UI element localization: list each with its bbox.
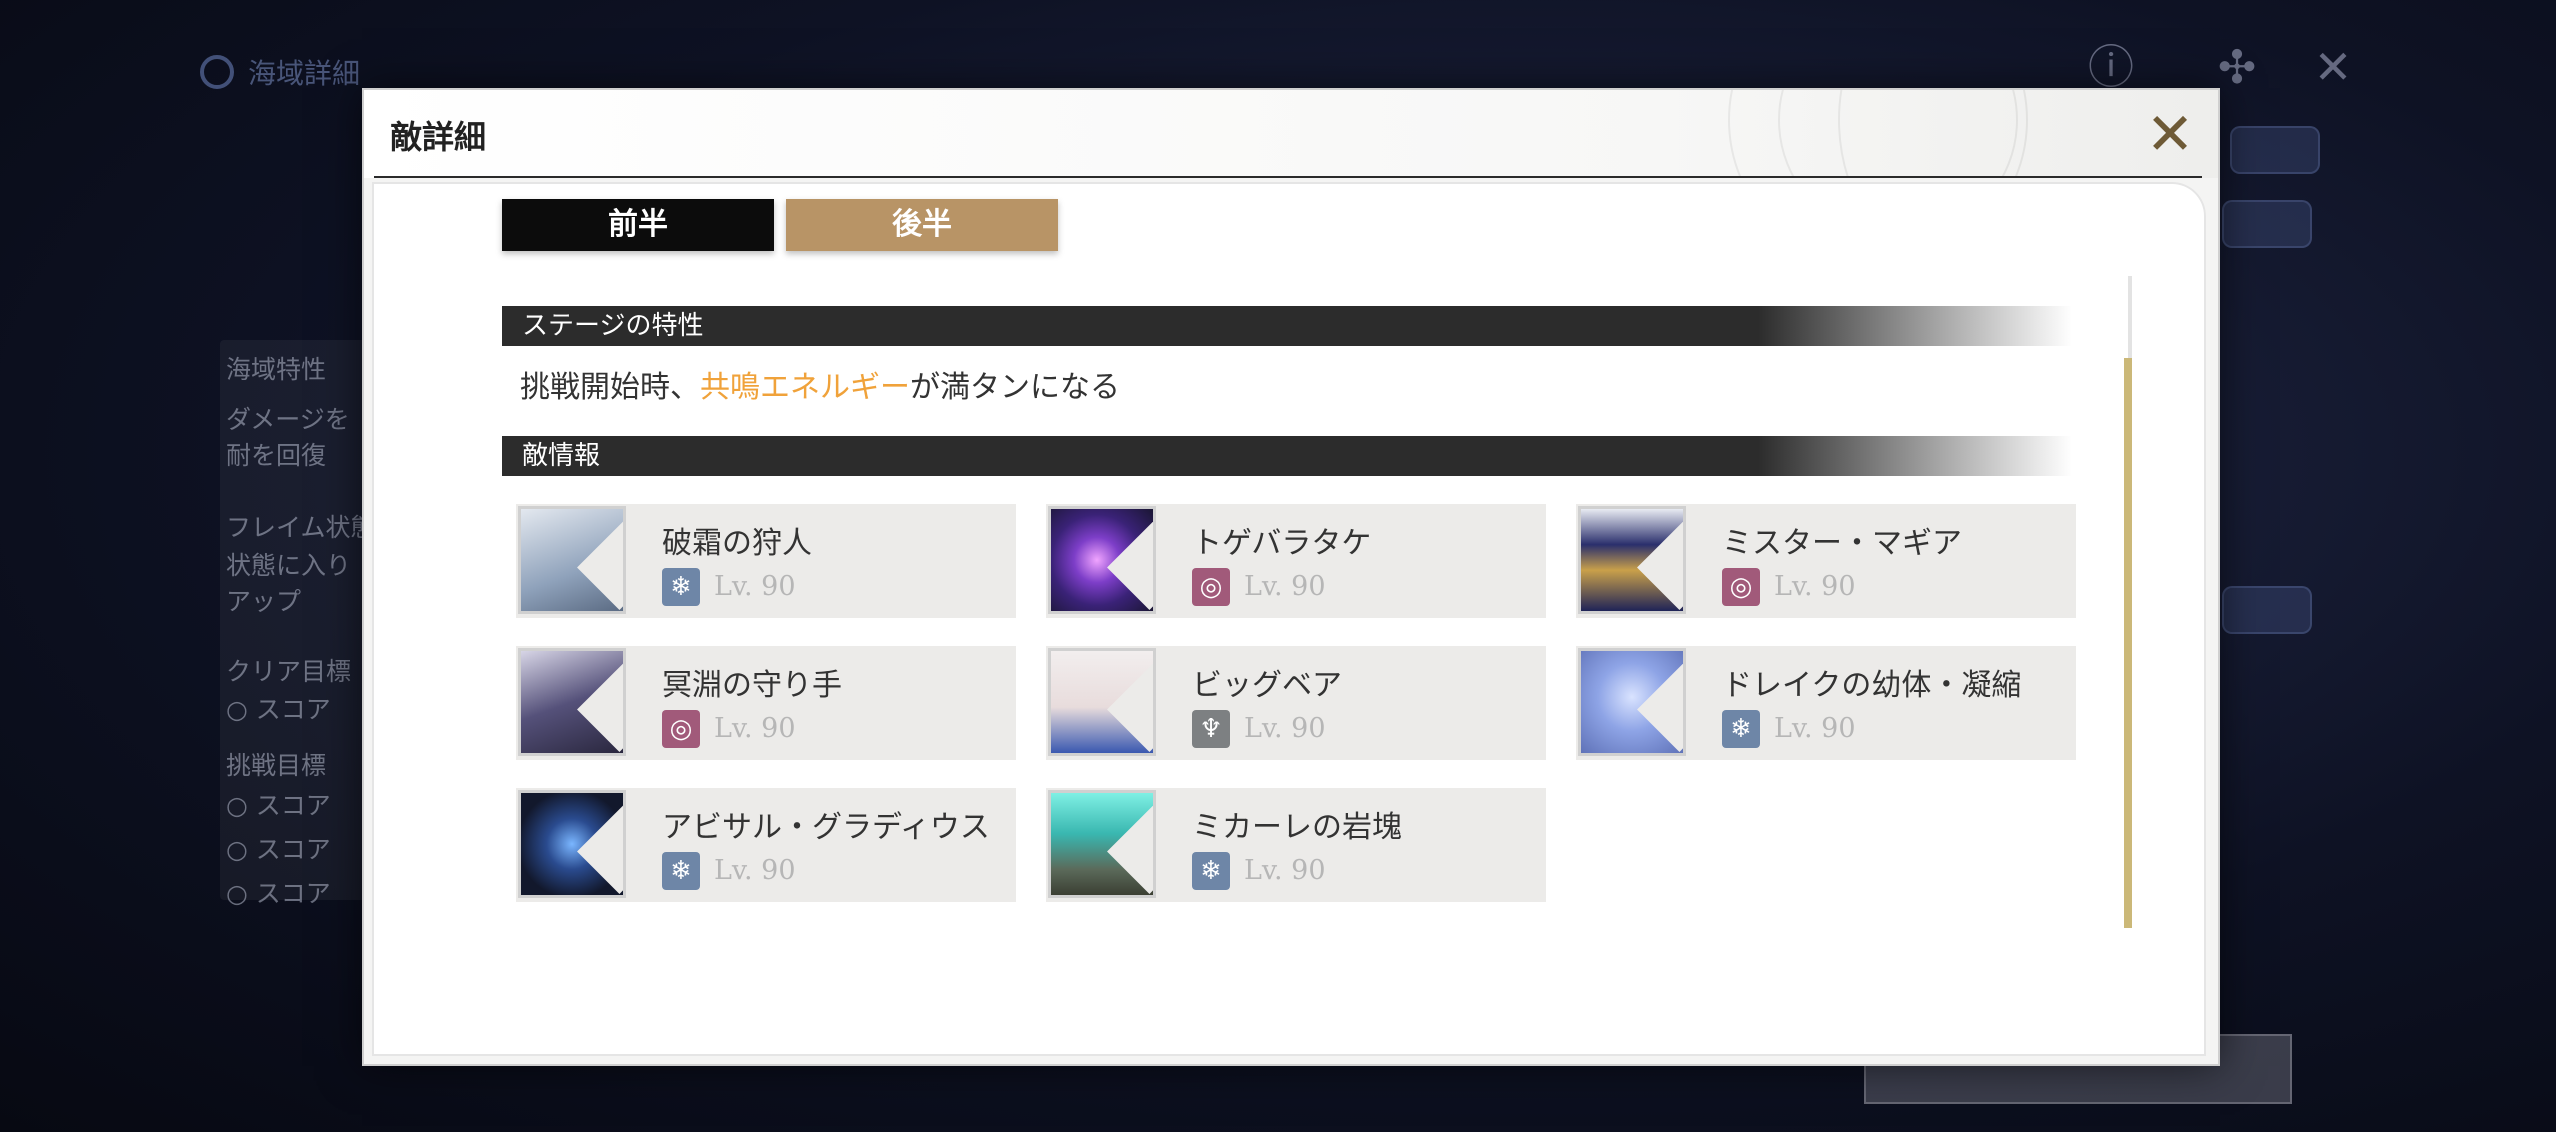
background-text: 挑戦目標 xyxy=(226,751,327,780)
enemy-level: Lv. 90 xyxy=(714,713,796,744)
scrollbar-thumb[interactable] xyxy=(2124,358,2132,928)
enemy-card[interactable]: ビッグベア ♆ Lv. 90 xyxy=(1046,646,1546,760)
trait-suffix: が満タンになる xyxy=(910,370,1120,405)
background-text: 海域特性 xyxy=(226,355,327,384)
enemy-card[interactable]: トゲバラタケ ◎ Lv. 90 xyxy=(1046,504,1546,618)
settings-icon: ✣ xyxy=(2217,40,2257,94)
enemy-card[interactable]: 破霜の狩人 ❄ Lv. 90 xyxy=(516,504,1016,618)
background-text: 耐を回復 xyxy=(226,441,327,470)
enemy-name: ビッグベア xyxy=(1192,668,1342,703)
enemy-info-header: 敵情報 xyxy=(502,436,2072,476)
sea-area-icon xyxy=(200,55,234,89)
enemy-card[interactable]: ミカーレの岩塊 ❄ Lv. 90 xyxy=(1046,788,1546,902)
enemy-name: ドレイクの幼体・凝縮 xyxy=(1722,668,2022,703)
header-decoration xyxy=(1688,90,2148,178)
enemy-portrait xyxy=(518,506,626,614)
stage-trait-text: 挑戦開始時、共鳴エネルギーが満タンになる xyxy=(520,362,1120,406)
tab-second-half[interactable]: 後半 xyxy=(786,199,1058,251)
enemy-name: 冥淵の守り手 xyxy=(662,668,842,703)
trait-prefix: 挑戦開始時、 xyxy=(520,370,700,405)
enemy-portrait xyxy=(1578,648,1686,756)
background-formation-button xyxy=(2230,126,2320,174)
enemy-card[interactable]: アビサル・グラディウス ❄ Lv. 90 xyxy=(516,788,1016,902)
background-counter xyxy=(2222,200,2312,248)
modal-title: 敵詳細 xyxy=(390,118,487,156)
snowflake-icon: ❄ xyxy=(662,852,700,890)
snowflake-icon: ❄ xyxy=(1192,852,1230,890)
stage-traits-header: ステージの特性 xyxy=(502,306,2072,346)
enemy-level: Lv. 90 xyxy=(1774,713,1856,744)
enemy-level: Lv. 90 xyxy=(1244,713,1326,744)
enemy-level: Lv. 90 xyxy=(714,855,796,886)
exit-icon: ✕ xyxy=(2313,40,2353,94)
background-text: ○ スコア xyxy=(226,879,331,908)
enemy-name: ミカーレの岩塊 xyxy=(1192,810,1402,845)
enemy-portrait xyxy=(1048,790,1156,898)
enemy-portrait xyxy=(1578,506,1686,614)
enemy-card[interactable]: 冥淵の守り手 ◎ Lv. 90 xyxy=(516,646,1016,760)
enemy-name: トゲバラタケ xyxy=(1192,526,1372,561)
spiral-icon: ◎ xyxy=(1722,568,1760,606)
close-button[interactable]: ✕ xyxy=(2142,105,2198,163)
enemy-portrait xyxy=(1048,506,1156,614)
enemy-portrait xyxy=(518,648,626,756)
background-header: 海域詳細 xyxy=(200,52,360,92)
header-divider xyxy=(374,176,2202,178)
background-counter xyxy=(2222,586,2312,634)
background-text: クリア目標 xyxy=(226,657,352,686)
background-title: 海域詳細 xyxy=(248,57,361,90)
enemy-level: Lv. 90 xyxy=(714,571,796,602)
enemy-portrait xyxy=(518,790,626,898)
snowflake-icon: ❄ xyxy=(662,568,700,606)
enemy-name: ミスター・マギア xyxy=(1722,526,1962,561)
enemy-portrait xyxy=(1048,648,1156,756)
enemy-card[interactable]: ドレイクの幼体・凝縮 ❄ Lv. 90 xyxy=(1576,646,2076,760)
enemy-level: Lv. 90 xyxy=(1244,855,1326,886)
spiral-icon: ◎ xyxy=(662,710,700,748)
background-text: 状態に入り xyxy=(226,551,352,580)
trait-highlight: 共鳴エネルギー xyxy=(700,370,910,405)
background-text: フレイム状態 xyxy=(226,513,376,542)
background-text: アップ xyxy=(226,587,302,616)
modal-header: 敵詳細 ✕ xyxy=(364,90,2218,178)
enemy-card[interactable]: ミスター・マギア ◎ Lv. 90 xyxy=(1576,504,2076,618)
background-text: ○ スコア xyxy=(226,835,331,864)
enemy-name: 破霜の狩人 xyxy=(662,526,812,561)
enemy-level: Lv. 90 xyxy=(1244,571,1326,602)
close-icon: ✕ xyxy=(2145,100,2195,168)
enemy-detail-modal: 敵詳細 ✕ 前半 後半 ステージの特性 挑戦開始時、共鳴エネルギーが満タンになる… xyxy=(362,88,2220,1066)
aero-icon: ♆ xyxy=(1192,710,1230,748)
info-icon: ⓘ xyxy=(2088,40,2134,94)
enemy-name: アビサル・グラディウス xyxy=(662,810,990,845)
snowflake-icon: ❄ xyxy=(1722,710,1760,748)
enemy-level: Lv. 90 xyxy=(1774,571,1856,602)
background-text: ○ スコア xyxy=(226,695,331,724)
tab-first-half[interactable]: 前半 xyxy=(502,199,774,251)
background-text: ○ スコア xyxy=(226,791,331,820)
spiral-icon: ◎ xyxy=(1192,568,1230,606)
background-text: ダメージを xyxy=(226,405,350,434)
